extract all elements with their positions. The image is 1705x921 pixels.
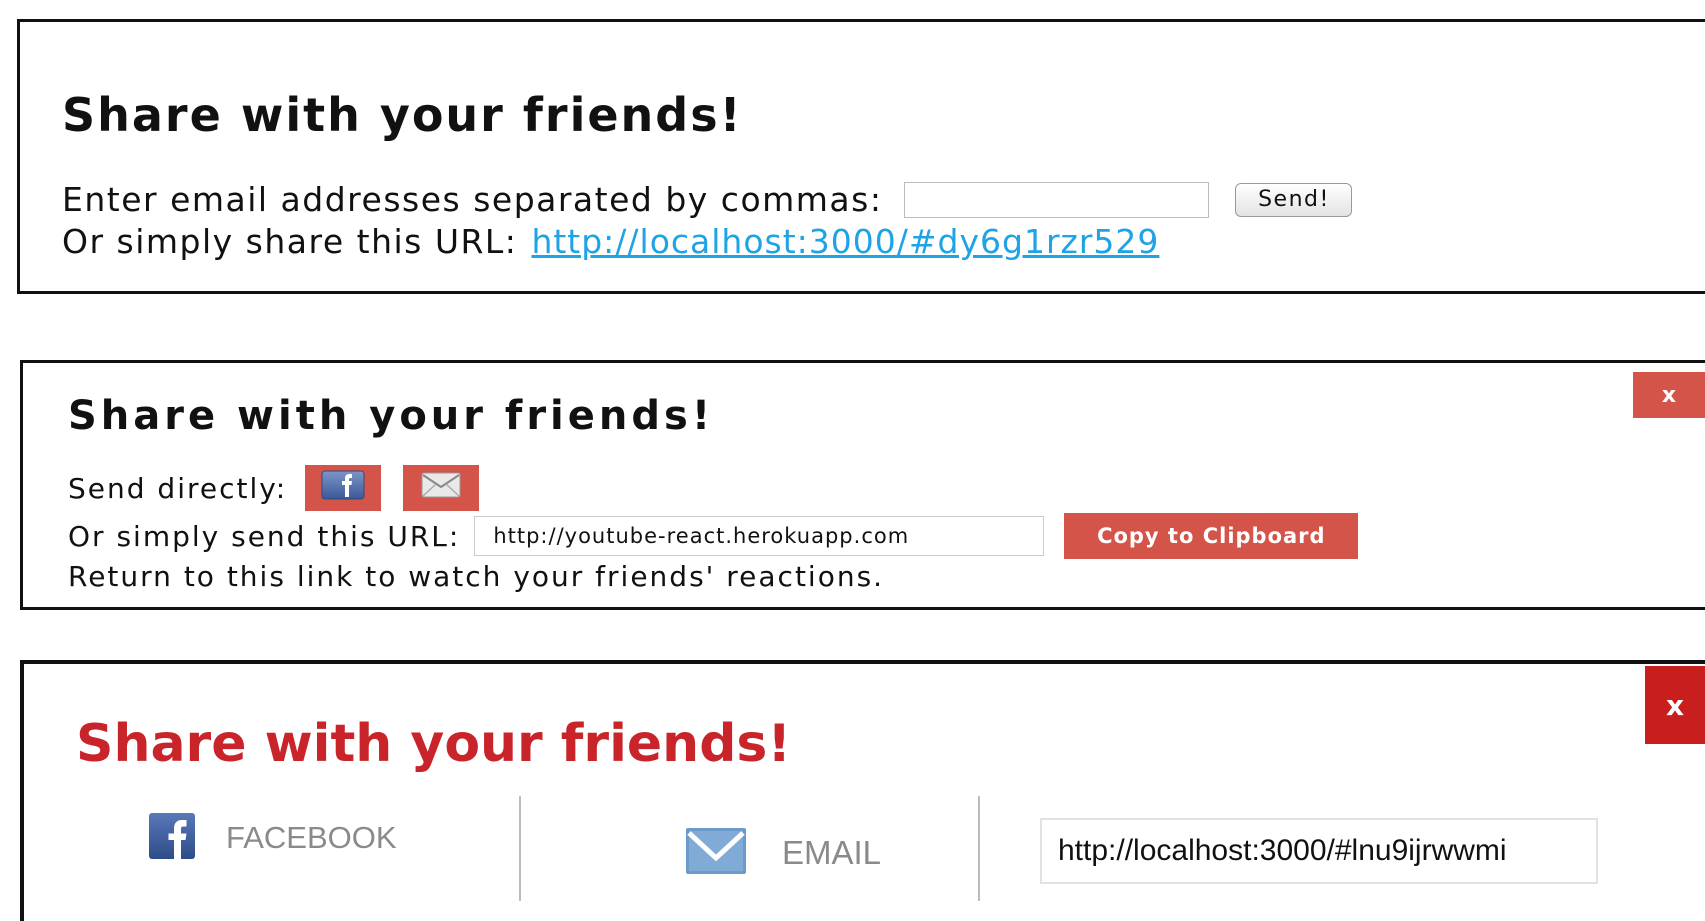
email-label: Enter email addresses separated by comma… [62,180,883,219]
return-note: Return to this link to watch your friend… [68,560,885,593]
send-directly-row: Send directly: [68,465,480,511]
copy-to-clipboard-button[interactable]: Copy to Clipboard [1064,513,1359,559]
share-panel-v1: Share with your friends! Enter email add… [17,19,1705,294]
envelope-icon [421,472,461,505]
panel2-title: Share with your friends! [68,393,715,439]
url-label: Or simply share this URL: [62,222,518,261]
panel3-close-button[interactable]: x [1645,666,1705,744]
panel1-url-row: Or simply share this URL: http://localhos… [62,222,1159,261]
email-share-button[interactable] [403,465,480,511]
envelope-icon [686,828,746,878]
facebook-icon [148,812,196,864]
email-label: EMAIL [782,834,882,871]
panel3-title: Share with your friends! [76,714,792,774]
facebook-label: FACEBOOK [226,820,397,855]
send-button[interactable]: Send! [1235,182,1353,217]
email-input[interactable] [904,181,1210,218]
send-directly-label: Send directly: [68,471,288,505]
divider [519,796,521,901]
send-url-row: Or simply send this URL: http://youtube-… [68,513,1359,559]
share-url-link[interactable]: http://localhost:3000/#dy6g1rzr529 [531,222,1159,261]
send-url-label: Or simply send this URL: [68,519,461,553]
divider [978,796,980,901]
share-url-input[interactable]: http://youtube-react.herokuapp.com [474,516,1045,556]
share-url-input[interactable]: http://localhost:3000/#lnu9ijrwwmi [1040,818,1598,884]
facebook-icon [321,470,365,507]
panel2-close-button[interactable]: x [1633,372,1705,418]
panel1-email-row: Enter email addresses separated by comma… [62,180,1353,219]
facebook-share-button[interactable] [305,465,382,511]
facebook-share-option[interactable]: FACEBOOK [148,812,397,864]
panel1-title: Share with your friends! [62,88,743,142]
email-share-option[interactable]: EMAIL [686,828,881,878]
share-panel-v2: Share with your friends! Send directly: [20,360,1705,610]
